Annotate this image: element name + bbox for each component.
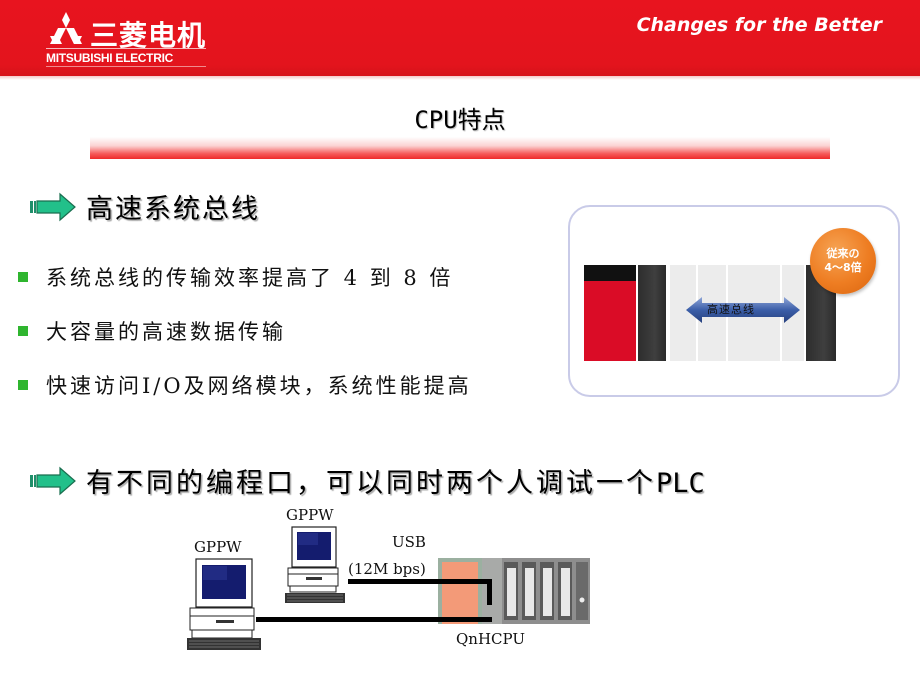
usb-cable [348,579,490,584]
list-item: 大容量的高速数据传输 [18,304,472,358]
usb-label: USB [392,533,426,551]
power-module [584,265,636,361]
mitsubishi-logo: 三菱电机 MITSUBISHI ELECTRIC [46,6,216,67]
speed-badge: 従来の 4～8倍 [810,228,876,294]
section-heading-programming-ports: 有不同的编程口，可以同时两个人调试一个PLC [28,461,705,500]
usb-speed-label: (12M bps) [348,560,426,578]
bullet-square-icon [18,326,28,336]
section-heading-text: 有不同的编程口，可以同时两个人调试一个PLC [86,461,705,500]
bullet-text: 快速访问I/O及网络模块，系统性能提高 [46,374,472,398]
computer-icon [285,526,345,603]
bullet-text: 大容量的高速数据传输 [46,320,286,344]
title-underline-bar [90,137,830,159]
page-title: CPU特点 [414,106,506,134]
logo-divider [46,48,206,49]
section-heading-system-bus: 高速系统总线 [28,187,260,226]
green-arrow-icon [30,466,76,495]
logo-divider [46,66,206,67]
green-arrow-icon [30,192,76,221]
badge-line1: 従来の [826,247,860,260]
bus-label: 高速总线 [707,303,755,316]
brand-english: MITSUBISHI ELECTRIC [46,51,173,65]
pc2-label: GPPW [286,506,334,524]
bullet-square-icon [18,272,28,282]
list-item: 系统总线的传输效率提高了 4 到 8 倍 [18,250,472,304]
three-diamonds-icon [50,12,82,44]
computer-icon [187,558,261,650]
bullet-list: 系统总线的传输效率提高了 4 到 8 倍 大容量的高速数据传输 快速访问I/O及… [18,250,472,412]
tagline: Changes for the Better [636,14,882,36]
bullet-text: 系统总线的传输效率提高了 4 到 8 倍 [46,266,454,290]
bullet-square-icon [18,380,28,390]
usb-cable [487,579,492,605]
header-banner: 三菱电机 MITSUBISHI ELECTRIC Changes for the… [0,0,920,76]
section-heading-text: 高速系统总线 [86,194,260,225]
serial-cable [256,617,492,622]
plc-label: QnHCPU [456,630,525,648]
pc1-label: GPPW [194,538,242,556]
header-divider [0,76,920,80]
plc-rack [438,558,590,624]
list-item: 快速访问I/O及网络模块，系统性能提高 [18,358,472,412]
heading-suffix: PLC [656,468,705,499]
heading-main: 有不同的编程口，可以同时两个人调试一个 [86,468,656,499]
badge-line2: 4～8倍 [824,261,862,274]
cpu-module [638,265,666,361]
